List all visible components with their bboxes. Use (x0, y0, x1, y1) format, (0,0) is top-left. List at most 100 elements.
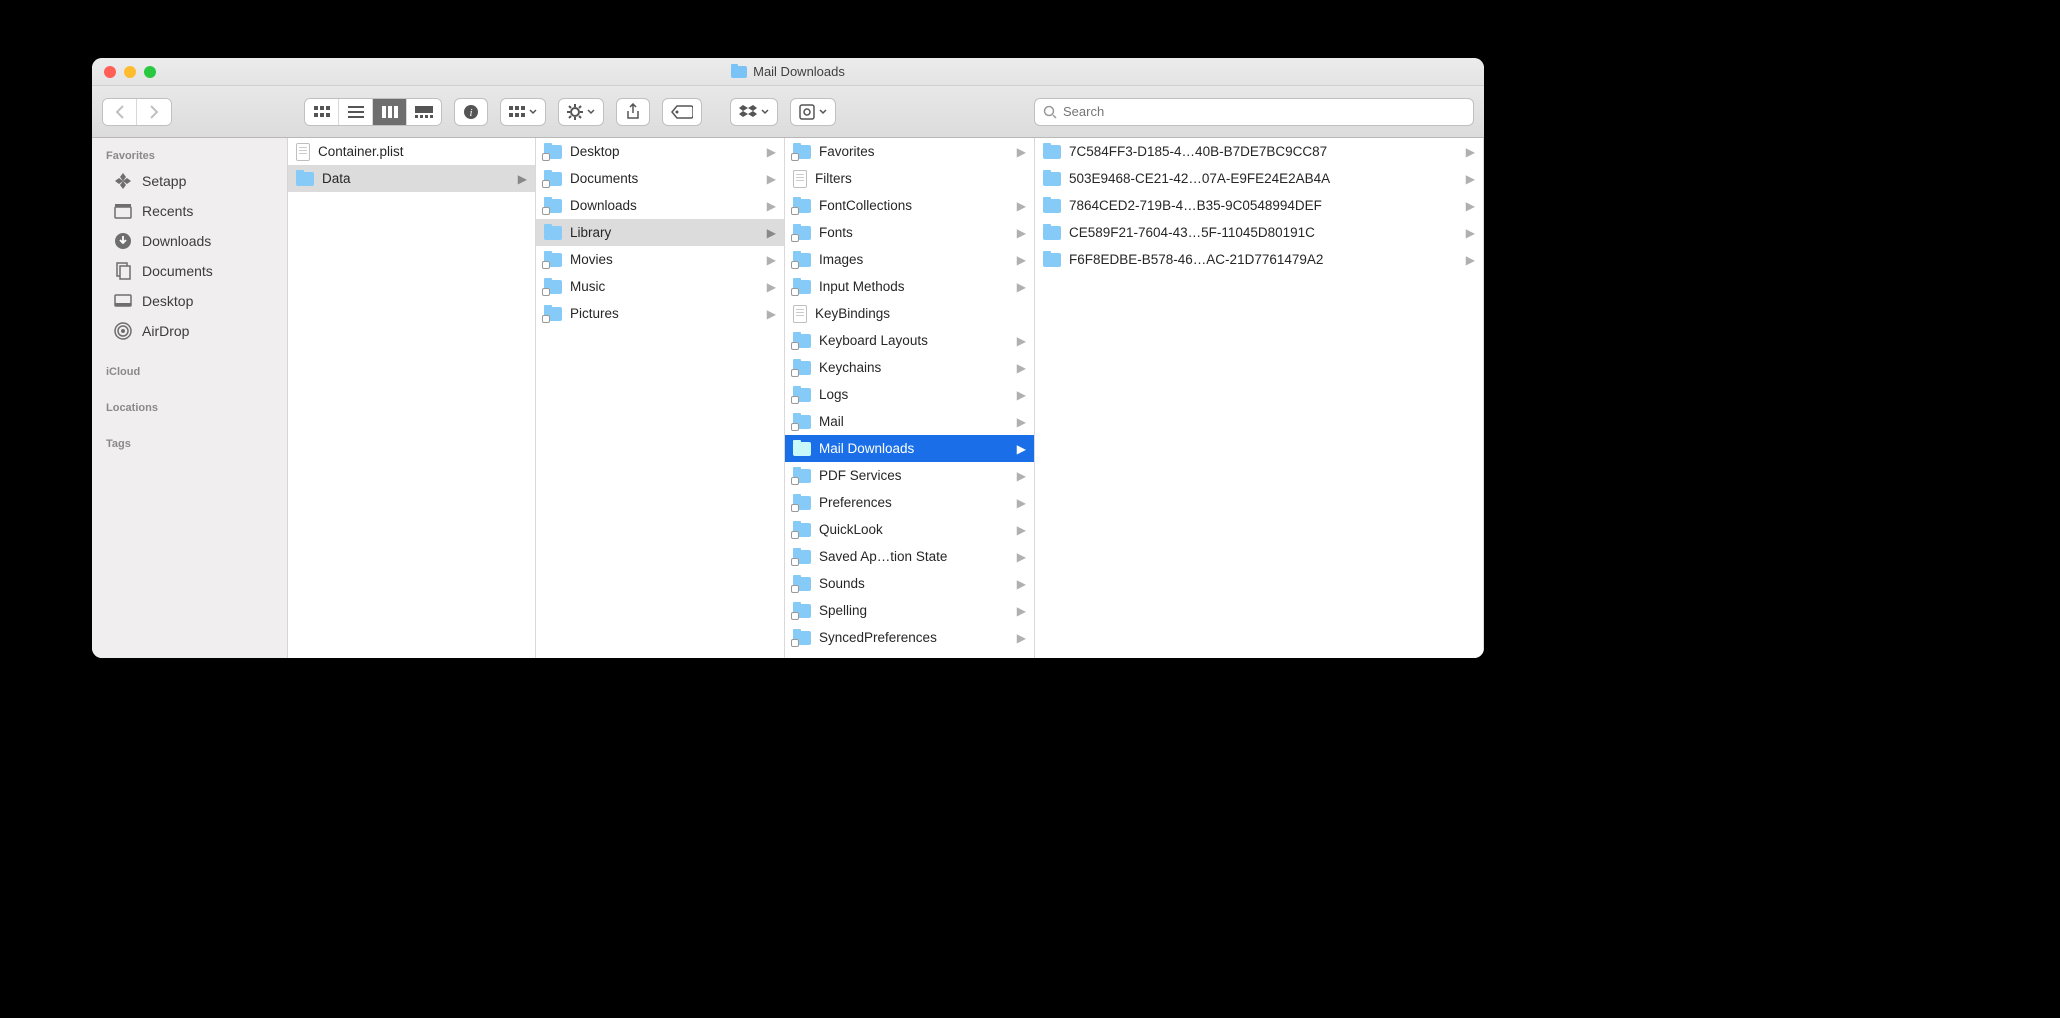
file-row[interactable]: Images▶ (785, 246, 1034, 273)
file-row[interactable]: Desktop▶ (536, 138, 784, 165)
tags-button[interactable] (662, 98, 702, 126)
chevron-right-icon: ▶ (767, 199, 778, 213)
chevron-right-icon: ▶ (767, 253, 778, 267)
file-row[interactable]: KeyBindings (785, 300, 1034, 327)
chevron-right-icon: ▶ (767, 280, 778, 294)
quick-action-button[interactable] (790, 98, 836, 126)
chevron-right-icon: ▶ (1017, 388, 1028, 402)
back-button[interactable] (103, 99, 137, 125)
sidebar-item-recents[interactable]: Recents (92, 196, 287, 226)
chevron-right-icon: ▶ (1017, 577, 1028, 591)
file-row[interactable]: 7C584FF3-D185-4…40B-B7DE7BC9CC87▶ (1035, 138, 1483, 165)
file-row[interactable]: F6F8EDBE-B578-46…AC-21D7761479A2▶ (1035, 246, 1483, 273)
file-name: Spelling (819, 603, 1009, 618)
zoom-window-button[interactable] (144, 66, 156, 78)
sidebar-item-documents[interactable]: Documents (92, 256, 287, 286)
sidebar-item-desktop[interactable]: Desktop (92, 286, 287, 316)
info-icon: i (463, 104, 479, 120)
file-row[interactable]: Mail▶ (785, 408, 1034, 435)
file-row[interactable]: Data▶ (288, 165, 535, 192)
file-row[interactable]: Filters (785, 165, 1034, 192)
file-row[interactable]: Documents▶ (536, 165, 784, 192)
chevron-right-icon: ▶ (1017, 604, 1028, 618)
file-icon (296, 143, 310, 161)
file-name: 7C584FF3-D185-4…40B-B7DE7BC9CC87 (1069, 144, 1458, 159)
file-row[interactable]: Movies▶ (536, 246, 784, 273)
sidebar-section-locations[interactable]: Locations (92, 396, 287, 418)
chevron-right-icon: ▶ (1017, 253, 1028, 267)
share-icon (626, 103, 640, 121)
search-input[interactable] (1063, 104, 1465, 119)
gallery-view-button[interactable] (407, 99, 441, 125)
file-row[interactable]: Keychains▶ (785, 354, 1034, 381)
file-row[interactable]: Music ▶ (536, 273, 784, 300)
file-row[interactable]: PDF Services▶ (785, 462, 1034, 489)
file-row[interactable]: Spelling ▶ (785, 597, 1034, 624)
folder-alias-icon (793, 604, 811, 618)
file-name: Filters (815, 171, 1028, 186)
sidebar-section-icloud[interactable]: iCloud (92, 360, 287, 382)
folder-icon (793, 442, 811, 456)
file-row[interactable]: Fonts▶ (785, 219, 1034, 246)
close-window-button[interactable] (104, 66, 116, 78)
sidebar-section-tags[interactable]: Tags (92, 432, 287, 454)
folder-alias-icon (793, 388, 811, 402)
file-row[interactable]: CE589F21-7604-43…5F-11045D80191C▶ (1035, 219, 1483, 246)
columns-icon (382, 106, 398, 118)
column-view-button[interactable] (373, 99, 407, 125)
file-row[interactable]: Library▶ (536, 219, 784, 246)
sidebar-item-airdrop[interactable]: AirDrop (92, 316, 287, 346)
file-row[interactable]: Favorites▶ (785, 138, 1034, 165)
chevron-down-icon (529, 109, 537, 115)
group-by-button[interactable] (500, 98, 546, 126)
file-row[interactable]: Keyboard Layouts▶ (785, 327, 1034, 354)
file-row[interactable]: Downloads ▶ (536, 192, 784, 219)
file-row[interactable]: FontCollections▶ (785, 192, 1034, 219)
file-name: Keyboard Layouts (819, 333, 1009, 348)
dropbox-button[interactable] (730, 98, 778, 126)
action-menu-button[interactable] (558, 98, 604, 126)
minimize-window-button[interactable] (124, 66, 136, 78)
icon-view-button[interactable] (305, 99, 339, 125)
file-row[interactable]: Mail Downloads▶ (785, 435, 1034, 462)
folder-alias-icon (793, 145, 811, 159)
file-row[interactable]: Preferences▶ (785, 489, 1034, 516)
folder-alias-icon (544, 253, 562, 267)
file-row[interactable]: 7864CED2-719B-4…B35-9C0548994DEF▶ (1035, 192, 1483, 219)
file-name: QuickLook (819, 522, 1009, 537)
file-row[interactable]: 503E9468-CE21-42…07A-E9FE24E2AB4A▶ (1035, 165, 1483, 192)
file-name: Music (570, 279, 759, 294)
list-view-button[interactable] (339, 99, 373, 125)
file-row[interactable]: Pictures▶ (536, 300, 784, 327)
file-row[interactable]: Container.plist (288, 138, 535, 165)
gallery-icon (415, 106, 433, 118)
file-name: Data (322, 171, 510, 186)
file-row[interactable]: QuickLook ▶ (785, 516, 1034, 543)
share-button[interactable] (616, 98, 650, 126)
chevron-down-icon (587, 109, 595, 115)
sidebar-item-downloads[interactable]: Downloads (92, 226, 287, 256)
sidebar-item-setapp[interactable]: Setapp (92, 166, 287, 196)
file-row[interactable]: Saved Ap…tion State▶ (785, 543, 1034, 570)
chevron-right-icon: ▶ (1017, 280, 1028, 294)
search-field[interactable] (1034, 98, 1474, 126)
file-row[interactable]: Logs▶ (785, 381, 1034, 408)
folder-alias-icon (544, 145, 562, 159)
column-4[interactable]: 7C584FF3-D185-4…40B-B7DE7BC9CC87▶503E946… (1035, 138, 1484, 658)
chevron-right-icon: ▶ (1017, 523, 1028, 537)
column-2[interactable]: Desktop▶Documents▶ Downloads ▶ Library▶Movi… (536, 138, 785, 658)
file-name: F6F8EDBE-B578-46…AC-21D7761479A2 (1069, 252, 1458, 267)
file-name: Input Methods (819, 279, 1009, 294)
file-row[interactable]: Input Methods ▶ (785, 273, 1034, 300)
toolbar: i (92, 86, 1484, 138)
folder-alias-icon (793, 361, 811, 375)
file-row[interactable]: Sounds▶ (785, 570, 1034, 597)
column-1[interactable]: Container.plistData▶ (288, 138, 536, 658)
get-info-button[interactable]: i (454, 98, 488, 126)
chevron-right-icon (149, 105, 159, 119)
forward-button[interactable] (137, 99, 171, 125)
file-name: Mail (819, 414, 1009, 429)
file-row[interactable]: SyncedPreferences▶ (785, 624, 1034, 651)
column-3[interactable]: Favorites▶FiltersFontCollections▶Fonts▶I… (785, 138, 1035, 658)
file-name: Downloads (570, 198, 759, 213)
